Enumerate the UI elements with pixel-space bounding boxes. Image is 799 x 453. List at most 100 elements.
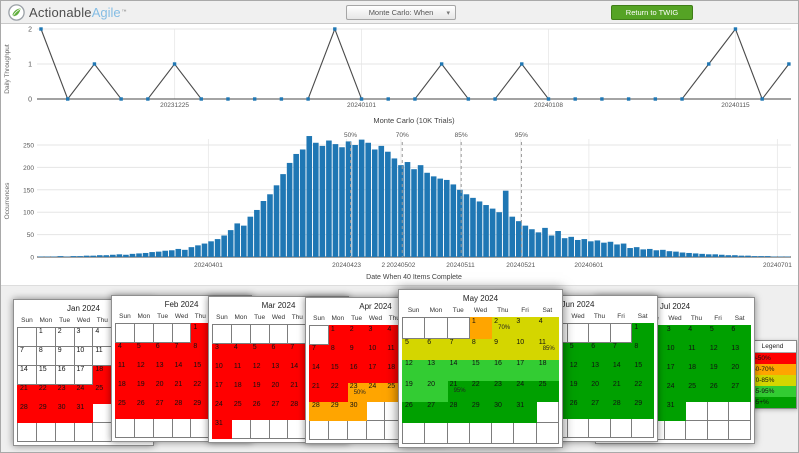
day-cell: 28 <box>447 402 469 423</box>
day-cell: 14 <box>172 362 191 381</box>
day-cell <box>403 318 425 339</box>
day-cell: 31 <box>664 402 686 421</box>
day-cell <box>589 324 611 343</box>
day-cell <box>664 421 686 440</box>
day-cell: 14 <box>288 363 307 382</box>
day-cell <box>269 325 288 344</box>
day-of-week-header: Tue <box>55 316 74 328</box>
day-of-week-header: Sun <box>18 316 37 328</box>
day-cell: 15 <box>328 364 347 383</box>
day-cell <box>134 419 153 438</box>
day-cell: 3 <box>366 326 385 345</box>
legend-item: 95+% <box>749 397 796 408</box>
day-cell <box>707 421 729 440</box>
day-cell: 4 <box>686 326 708 345</box>
day-cell: 3 <box>664 326 686 345</box>
day-cell: 13 <box>589 362 611 381</box>
day-cell <box>93 423 112 442</box>
day-of-week-header: Tue <box>447 306 469 318</box>
day-cell: 1 <box>632 324 654 343</box>
day-cell: 9 <box>55 347 74 366</box>
day-cell: 15 <box>36 366 55 385</box>
day-cell: 19 <box>250 382 269 401</box>
day-cell <box>686 421 708 440</box>
day-cell: 2195% <box>447 381 469 402</box>
day-cell: 6 <box>425 339 447 360</box>
day-of-week-header: Wed <box>172 312 191 324</box>
svg-text:2: 2 <box>381 262 385 269</box>
day-cell: 12 <box>250 363 269 382</box>
day-of-week-header: Thu <box>288 313 307 325</box>
day-cell: 8 <box>632 343 654 362</box>
daily-throughput-chart: 01220231225202401012024010820240115Daily… <box>1 24 799 109</box>
day-cell <box>116 419 135 438</box>
day-cell: 19 <box>134 381 153 400</box>
chart-type-dropdown-value: Monte Carlo: When <box>369 8 434 17</box>
legend-title: Legend <box>749 341 796 353</box>
day-cell: 17 <box>366 364 385 383</box>
day-of-week-header: Wed <box>567 312 589 324</box>
day-cell <box>536 423 558 444</box>
day-cell: 19 <box>403 381 425 402</box>
day-of-week-header: Mon <box>231 313 250 325</box>
day-of-week-header: Mon <box>134 312 153 324</box>
day-cell: 11 <box>231 363 250 382</box>
svg-text:250: 250 <box>23 143 34 150</box>
day-cell: 8 <box>469 339 491 360</box>
day-cell <box>310 421 329 440</box>
day-cell <box>707 402 729 421</box>
day-of-week-header: Mon <box>328 314 347 326</box>
day-cell: 11 <box>686 345 708 364</box>
svg-text:1: 1 <box>28 62 32 69</box>
day-cell: 29 <box>328 402 347 421</box>
calendar-card-may-2024[interactable]: May 2024SunMonTueWedThuFriSat1270%345678… <box>398 289 563 448</box>
day-cell: 12 <box>134 362 153 381</box>
svg-text:70%: 70% <box>396 132 409 139</box>
logo-icon <box>8 4 25 21</box>
day-of-week-header: Thu <box>191 312 210 324</box>
day-cell <box>328 421 347 440</box>
svg-text:Date When 40 Items Complete: Date When 40 Items Complete <box>366 274 462 281</box>
svg-text:20240701: 20240701 <box>763 262 792 269</box>
day-cell: 1 <box>328 326 347 345</box>
day-cell: 26 <box>134 400 153 419</box>
day-cell: 4 <box>93 328 112 347</box>
svg-text:20240502: 20240502 <box>386 262 415 269</box>
chart-type-dropdown[interactable]: Monte Carlo: When ▾ <box>346 5 456 20</box>
day-of-week-header: Wed <box>664 314 686 326</box>
day-cell: 13 <box>729 345 751 364</box>
svg-text:100: 100 <box>23 210 34 217</box>
day-cell: 10 <box>74 347 93 366</box>
day-cell: 1 <box>36 328 55 347</box>
svg-text:50%: 50% <box>344 132 357 139</box>
svg-text:2: 2 <box>28 27 32 34</box>
day-cell: 10 <box>664 345 686 364</box>
day-cell: 25 <box>686 383 708 402</box>
svg-text:20231225: 20231225 <box>160 102 189 109</box>
monte-carlo-histogram-svg: Monte Carlo (10K Trials)0501001502002505… <box>1 109 799 285</box>
day-cell <box>191 419 210 438</box>
day-cell: 20 <box>729 364 751 383</box>
day-cell: 28 <box>310 402 329 421</box>
day-cell: 1 <box>469 318 491 339</box>
day-cell <box>567 419 589 438</box>
svg-text:50: 50 <box>27 232 35 239</box>
svg-text:Occurrences: Occurrences <box>4 182 11 220</box>
day-of-week-header: Sat <box>536 306 558 318</box>
return-to-twig-button[interactable]: Return to TWIG <box>611 5 693 20</box>
day-cell <box>632 419 654 438</box>
day-cell: 17 <box>664 364 686 383</box>
day-cell: 2 <box>55 328 74 347</box>
day-cell <box>403 423 425 444</box>
day-of-week-header: Sun <box>403 306 425 318</box>
day-cell: 24 <box>74 385 93 404</box>
day-of-week-header: Fri <box>610 312 632 324</box>
day-cell: 28 <box>18 404 37 423</box>
day-cell: 13 <box>269 363 288 382</box>
svg-text:0: 0 <box>30 255 34 262</box>
day-cell: 17 <box>213 382 232 401</box>
day-cell <box>347 421 366 440</box>
svg-text:95%: 95% <box>515 132 528 139</box>
day-of-week-header: Tue <box>250 313 269 325</box>
day-cell: 30 <box>347 402 366 421</box>
